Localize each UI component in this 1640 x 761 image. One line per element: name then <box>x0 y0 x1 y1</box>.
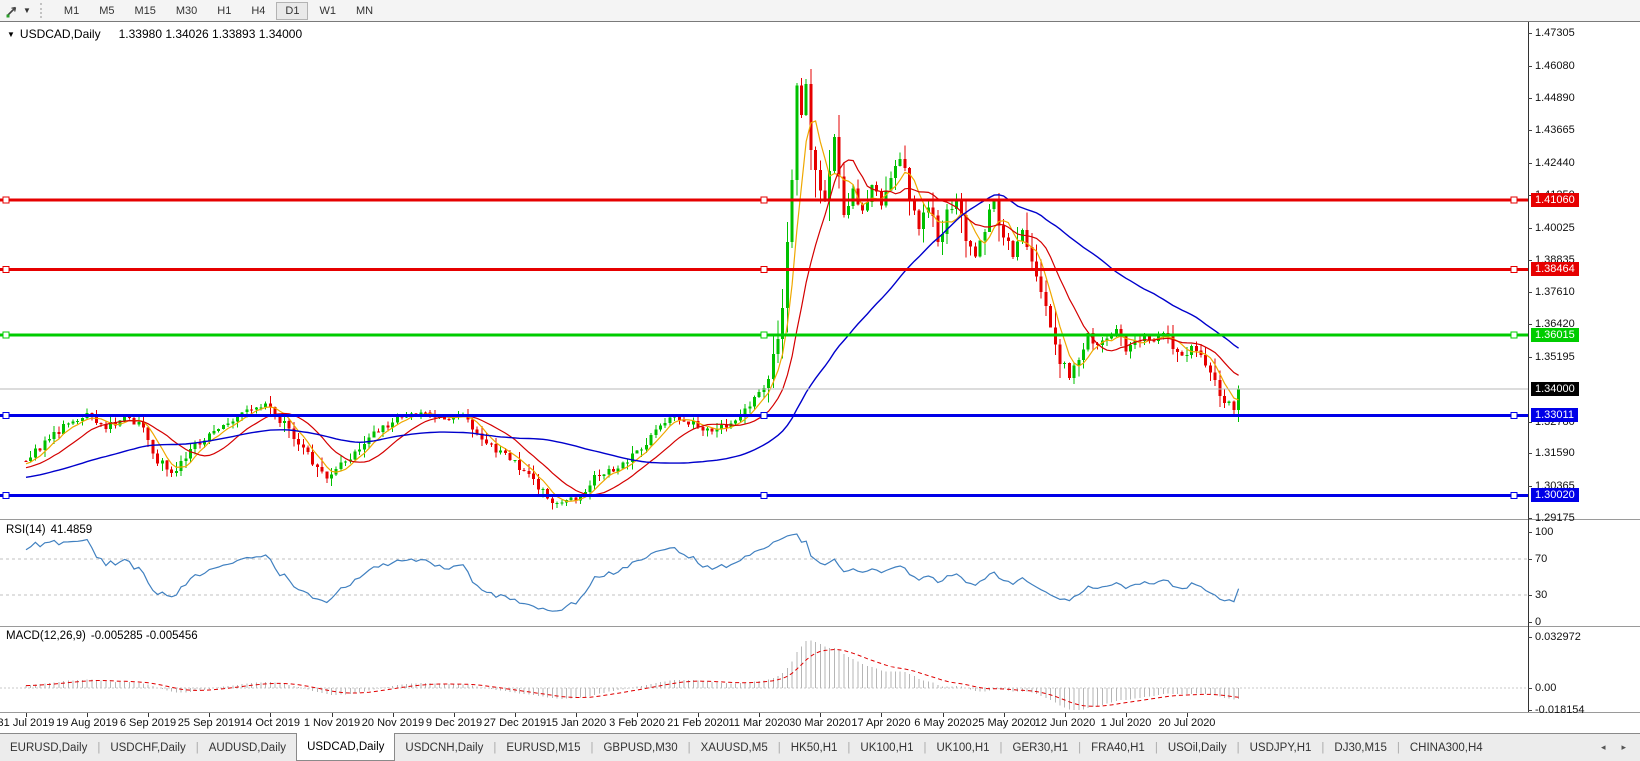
tab-scroll-left-icon[interactable]: ◂ <box>1601 742 1606 753</box>
tab-usoil-daily[interactable]: USOil,Daily <box>1158 734 1237 761</box>
tab-eurusd-m15[interactable]: EURUSD,M15 <box>496 734 590 761</box>
current-price-label: 1.34000 <box>1531 382 1579 396</box>
price-axis-tick: 1.29175 <box>1528 512 1575 525</box>
price-axis-tick: 100 <box>1528 526 1553 539</box>
macd-values: -0.005285 -0.005456 <box>90 630 198 642</box>
macd-name: MACD(12,26,9) <box>6 630 86 642</box>
hline-price-label: 1.33011 <box>1531 408 1578 422</box>
price-axis-tick: 70 <box>1528 553 1547 566</box>
price-axis-tick: 1.35195 <box>1528 351 1575 364</box>
tab-uk100-h1[interactable]: UK100,H1 <box>850 734 923 761</box>
tab-usdcad-daily[interactable]: USDCAD,Daily <box>296 733 396 761</box>
macd-indicator-label: MACD(12,26,9) -0.005285 -0.005456 <box>6 630 203 642</box>
tab-scroll-arrows: ◂ ▸ <box>1601 734 1640 761</box>
tab-usdchf-daily[interactable]: USDCHF,Daily <box>100 734 195 761</box>
rsi-value: 41.4859 <box>50 524 93 536</box>
tab-audusd-daily[interactable]: AUDUSD,Daily <box>199 734 296 761</box>
chart-menu-arrow-icon[interactable]: ▼ <box>7 30 15 39</box>
price-axis: 1.473051.460801.448901.436651.424401.412… <box>1528 0 1640 733</box>
chart-title: ▼ USDCAD,Daily 1.33980 1.34026 1.33893 1.3… <box>7 27 307 41</box>
price-axis-tick: 0 <box>1528 616 1541 629</box>
time-axis: 31 Jul 2019 19 Aug 2019 6 Sep 2019 25 Sep 2… <box>0 0 1528 733</box>
hline-price-label: 1.36015 <box>1531 328 1579 342</box>
tab-xauusd-m5[interactable]: XAUUSD,M5 <box>691 734 778 761</box>
price-axis-tick: -0.018154 <box>1528 704 1585 717</box>
tab-gbpusd-m30[interactable]: GBPUSD,M30 <box>593 734 687 761</box>
hline-price-label: 1.30020 <box>1531 488 1579 502</box>
rsi-indicator-label: RSI(14) 41.4859 <box>6 524 97 536</box>
price-axis-tick: 0.00 <box>1528 682 1556 695</box>
tab-scroll-right-icon[interactable]: ▸ <box>1621 742 1626 753</box>
tab-usdcnh-daily[interactable]: USDCNH,Daily <box>395 734 493 761</box>
price-axis-tick: 1.46080 <box>1528 60 1575 73</box>
price-axis-tick: 0.032972 <box>1528 631 1581 644</box>
price-axis-tick: 1.43665 <box>1528 124 1575 137</box>
tab-hk50-h1[interactable]: HK50,H1 <box>781 734 848 761</box>
date-label: 20 Jul 2020 <box>1158 717 1216 729</box>
tab-eurusd-daily[interactable]: EURUSD,Daily <box>0 734 97 761</box>
price-axis-tick: 30 <box>1528 589 1547 602</box>
chart-symbol-label: USDCAD,Daily <box>19 27 101 41</box>
tab-usdjpy-h1[interactable]: USDJPY,H1 <box>1240 734 1322 761</box>
tab-ger30-h1[interactable]: GER30,H1 <box>1003 734 1079 761</box>
price-axis-tick: 1.44890 <box>1528 92 1575 105</box>
tab-china300-h4[interactable]: CHINA300,H4 <box>1400 734 1493 761</box>
hline-price-label: 1.38464 <box>1531 262 1579 276</box>
tab-uk100-h1[interactable]: UK100,H1 <box>926 734 999 761</box>
symbol-tab-bar: EURUSD,Daily | USDCHF,Daily | AUDUSD,Daily US… <box>0 733 1640 761</box>
price-axis-tick: 1.37610 <box>1528 286 1575 299</box>
tab-fra40-h1[interactable]: FRA40,H1 <box>1081 734 1155 761</box>
price-axis-tick: 1.31590 <box>1528 447 1575 460</box>
symbol-tabs: EURUSD,Daily | USDCHF,Daily | AUDUSD,Daily US… <box>0 733 1493 761</box>
rsi-name: RSI(14) <box>6 524 46 536</box>
tab-dj30-m15[interactable]: DJ30,M15 <box>1324 734 1396 761</box>
price-axis-tick: 1.42440 <box>1528 157 1575 170</box>
price-axis-tick: 1.40025 <box>1528 222 1575 235</box>
hline-price-label: 1.41060 <box>1531 193 1579 207</box>
chart-ohlc-values: 1.33980 1.34026 1.33893 1.34000 <box>118 27 303 41</box>
price-axis-tick: 1.47305 <box>1528 27 1575 40</box>
